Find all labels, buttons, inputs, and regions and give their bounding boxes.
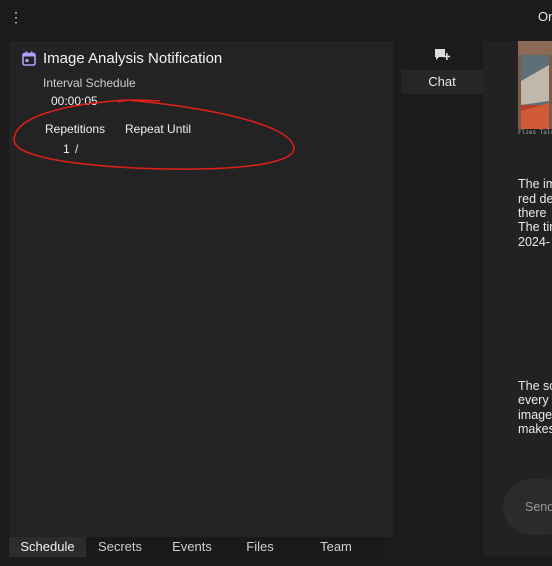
image-caption: Flies Tals — [518, 129, 552, 136]
send-placeholder: Send — [525, 500, 552, 514]
repeat-separator: / — [75, 142, 79, 156]
message1-line: 2024- — [518, 235, 550, 249]
message1-line: The im — [518, 177, 552, 191]
tab-events[interactable]: Events — [156, 537, 228, 557]
tab-chat[interactable]: Chat — [401, 70, 483, 94]
interval-value[interactable]: 00:00:05 — [51, 94, 98, 108]
message2-line: makes — [518, 422, 552, 436]
message1-line: The tin — [518, 220, 552, 234]
more-options-icon[interactable]: ⋮ — [9, 9, 23, 25]
tab-secrets[interactable]: Secrets — [86, 537, 154, 557]
message1-line: red de — [518, 192, 552, 206]
tab-team[interactable]: Team — [292, 537, 380, 557]
schedule-title: Image Analysis Notification — [43, 50, 223, 67]
chat-image-thumbnail[interactable] — [518, 41, 552, 129]
message2-line: every — [518, 393, 549, 407]
repetitions-label: Repetitions — [45, 122, 106, 136]
message2-line: The sc — [518, 379, 552, 393]
top-bar — [0, 0, 552, 34]
schedule-panel — [9, 41, 393, 537]
interval-schedule-label: Interval Schedule — [43, 76, 136, 90]
repetitions-value[interactable]: 1 — [63, 142, 70, 156]
message1-line: there — [518, 206, 547, 220]
tab-schedule[interactable]: Schedule — [9, 537, 86, 557]
repeat-until-label: Repeat Until — [125, 122, 192, 136]
tab-files[interactable]: Files — [228, 537, 292, 557]
top-right-text: On — [538, 9, 552, 24]
message2-line: image — [518, 408, 552, 422]
chat-plus-icon[interactable] — [434, 47, 450, 63]
calendar-icon — [22, 51, 36, 66]
